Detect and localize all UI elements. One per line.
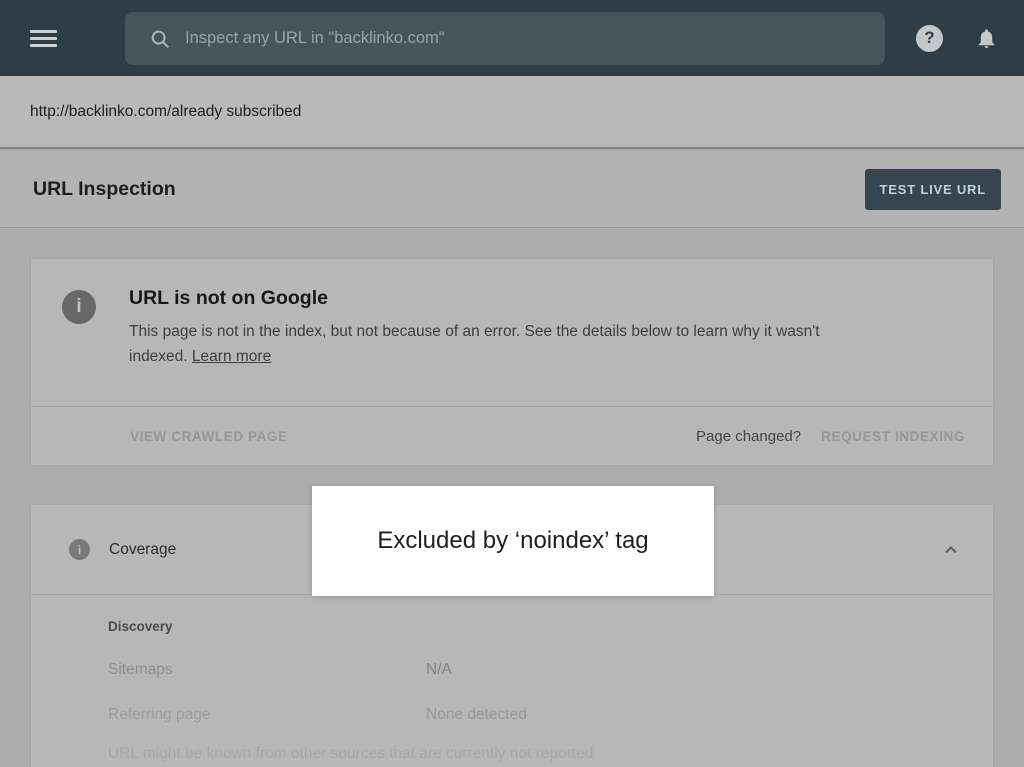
- menu-icon[interactable]: [30, 26, 57, 51]
- search-input[interactable]: Inspect any URL in "backlinko.com": [125, 12, 885, 65]
- sitemaps-value: N/A: [426, 661, 452, 679]
- breadcrumb-bar: http://backlinko.com/already subscribed: [0, 76, 1024, 149]
- chevron-up-icon[interactable]: [939, 538, 963, 562]
- referring-page-label: Referring page: [108, 706, 426, 724]
- index-status-card: i URL is not on Google This page is not …: [30, 258, 994, 466]
- page-changed-label: Page changed?: [696, 428, 801, 445]
- coverage-status-text: Excluded by ‘noindex’ tag: [377, 527, 648, 555]
- info-icon: i: [69, 539, 90, 560]
- index-status-description: This page is not in the index, but not b…: [129, 319, 871, 369]
- search-icon: [149, 28, 171, 50]
- table-row: Sitemaps N/A: [108, 661, 993, 679]
- page-header: URL Inspection TEST LIVE URL: [0, 151, 1024, 228]
- test-live-url-button[interactable]: TEST LIVE URL: [865, 169, 1001, 210]
- discovery-title: Discovery: [108, 619, 993, 634]
- discovery-section: Discovery Sitemaps N/A Referring page No…: [31, 594, 993, 763]
- view-crawled-page-button[interactable]: VIEW CRAWLED PAGE: [130, 429, 288, 444]
- help-icon[interactable]: ?: [916, 25, 943, 52]
- index-status-title: URL is not on Google: [129, 287, 871, 310]
- page-title: URL Inspection: [33, 178, 176, 201]
- sitemaps-label: Sitemaps: [108, 661, 426, 679]
- notifications-icon[interactable]: [975, 26, 998, 51]
- learn-more-link[interactable]: Learn more: [192, 348, 271, 365]
- breadcrumb-url: http://backlinko.com/already subscribed: [30, 103, 301, 121]
- search-placeholder: Inspect any URL in "backlinko.com": [185, 29, 445, 48]
- topbar-actions: ?: [916, 0, 998, 76]
- request-indexing-button[interactable]: REQUEST INDEXING: [821, 429, 965, 444]
- coverage-title: Coverage: [109, 541, 176, 559]
- discovery-footnote: URL might be known from other sources th…: [108, 745, 993, 763]
- topbar: Inspect any URL in "backlinko.com" ?: [0, 0, 1024, 76]
- index-status-actions: VIEW CRAWLED PAGE Page changed? REQUEST …: [31, 406, 993, 465]
- referring-page-value: None detected: [426, 706, 527, 724]
- info-icon: i: [62, 290, 96, 324]
- highlight-callout: Excluded by ‘noindex’ tag: [312, 486, 714, 596]
- table-row: Referring page None detected: [108, 706, 993, 724]
- url-inspection-screen: Inspect any URL in "backlinko.com" ? htt…: [0, 0, 1024, 767]
